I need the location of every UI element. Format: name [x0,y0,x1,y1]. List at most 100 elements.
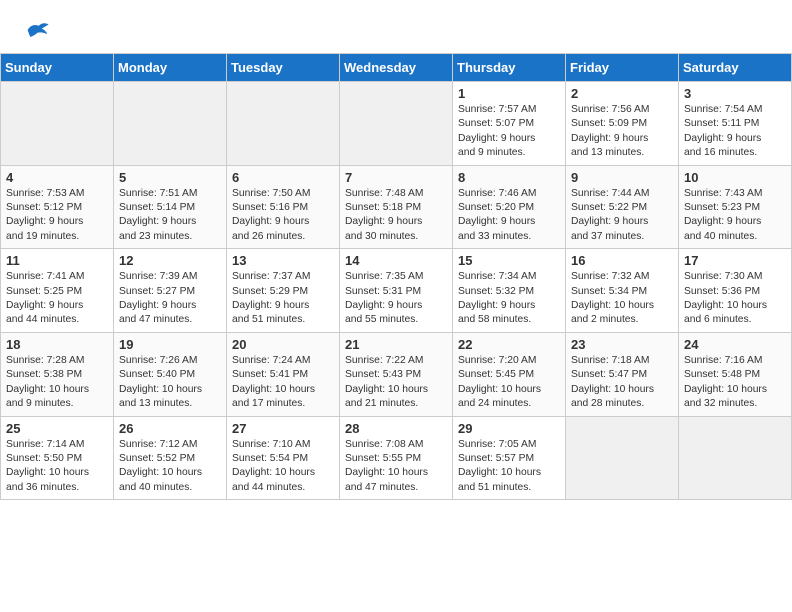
calendar-cell: 11 Sunrise: 7:41 AM Sunset: 5:25 PM Dayli… [1,249,114,333]
calendar-cell [227,82,340,166]
day-number: 5 [119,170,221,185]
day-number: 23 [571,337,673,352]
day-info: Sunrise: 7:53 AM Sunset: 5:12 PM Dayligh… [6,187,108,245]
calendar-cell: 29 Sunrise: 7:05 AM Sunset: 5:57 PM Dayli… [453,416,566,500]
calendar-table: SundayMondayTuesdayWednesdayThursdayFrid… [0,53,792,500]
day-info: Sunrise: 7:37 AM Sunset: 5:29 PM Dayligh… [232,270,334,328]
day-number: 8 [458,170,560,185]
calendar-cell: 18 Sunrise: 7:28 AM Sunset: 5:38 PM Dayli… [1,332,114,416]
day-info: Sunrise: 7:20 AM Sunset: 5:45 PM Dayligh… [458,354,560,412]
calendar-cell: 6 Sunrise: 7:50 AM Sunset: 5:16 PM Daylig… [227,165,340,249]
day-info: Sunrise: 7:41 AM Sunset: 5:25 PM Dayligh… [6,270,108,328]
day-number: 14 [345,253,447,268]
col-header-monday: Monday [114,54,227,82]
day-info: Sunrise: 7:54 AM Sunset: 5:11 PM Dayligh… [684,103,786,161]
calendar-cell: 9 Sunrise: 7:44 AM Sunset: 5:22 PM Daylig… [566,165,679,249]
calendar-cell: 8 Sunrise: 7:46 AM Sunset: 5:20 PM Daylig… [453,165,566,249]
calendar-cell: 17 Sunrise: 7:30 AM Sunset: 5:36 PM Dayli… [679,249,792,333]
col-header-thursday: Thursday [453,54,566,82]
day-info: Sunrise: 7:16 AM Sunset: 5:48 PM Dayligh… [684,354,786,412]
logo-bird-icon [22,16,50,44]
col-header-saturday: Saturday [679,54,792,82]
day-number: 19 [119,337,221,352]
day-number: 22 [458,337,560,352]
col-header-wednesday: Wednesday [340,54,453,82]
day-number: 9 [571,170,673,185]
day-info: Sunrise: 7:08 AM Sunset: 5:55 PM Dayligh… [345,438,447,496]
calendar-cell: 24Sunrise: 7:16 AM Sunset: 5:48 PM Dayli… [679,332,792,416]
calendar-cell [340,82,453,166]
col-header-sunday: Sunday [1,54,114,82]
calendar-cell [1,82,114,166]
day-info: Sunrise: 7:28 AM Sunset: 5:38 PM Dayligh… [6,354,108,412]
day-number: 1 [458,86,560,101]
page-header [0,0,792,53]
calendar-cell: 7Sunrise: 7:48 AM Sunset: 5:18 PM Daylig… [340,165,453,249]
day-info: Sunrise: 7:43 AM Sunset: 5:23 PM Dayligh… [684,187,786,245]
calendar-cell: 15Sunrise: 7:34 AM Sunset: 5:32 PM Dayli… [453,249,566,333]
day-number: 27 [232,421,334,436]
day-info: Sunrise: 7:44 AM Sunset: 5:22 PM Dayligh… [571,187,673,245]
calendar-week-row: 25 Sunrise: 7:14 AM Sunset: 5:50 PM Dayli… [1,416,792,500]
day-info: Sunrise: 7:24 AM Sunset: 5:41 PM Dayligh… [232,354,334,412]
calendar-cell: 14 Sunrise: 7:35 AM Sunset: 5:31 PM Dayli… [340,249,453,333]
day-number: 28 [345,421,447,436]
day-info: Sunrise: 7:22 AM Sunset: 5:43 PM Dayligh… [345,354,447,412]
day-number: 7 [345,170,447,185]
calendar-week-row: 4 Sunrise: 7:53 AM Sunset: 5:12 PM Daylig… [1,165,792,249]
day-number: 25 [6,421,108,436]
day-number: 2 [571,86,673,101]
calendar-cell: 10 Sunrise: 7:43 AM Sunset: 5:23 PM Dayli… [679,165,792,249]
calendar-cell: 20 Sunrise: 7:24 AM Sunset: 5:41 PM Dayli… [227,332,340,416]
calendar-week-row: 11 Sunrise: 7:41 AM Sunset: 5:25 PM Dayli… [1,249,792,333]
day-info: Sunrise: 7:26 AM Sunset: 5:40 PM Dayligh… [119,354,221,412]
day-number: 21 [345,337,447,352]
calendar-cell: 1 Sunrise: 7:57 AM Sunset: 5:07 PM Daylig… [453,82,566,166]
calendar-cell: 19 Sunrise: 7:26 AM Sunset: 5:40 PM Dayli… [114,332,227,416]
day-number: 3 [684,86,786,101]
calendar-cell: 22 Sunrise: 7:20 AM Sunset: 5:45 PM Dayli… [453,332,566,416]
calendar-cell: 13 Sunrise: 7:37 AM Sunset: 5:29 PM Dayli… [227,249,340,333]
day-number: 18 [6,337,108,352]
day-info: Sunrise: 7:50 AM Sunset: 5:16 PM Dayligh… [232,187,334,245]
col-header-tuesday: Tuesday [227,54,340,82]
calendar-cell [114,82,227,166]
day-info: Sunrise: 7:30 AM Sunset: 5:36 PM Dayligh… [684,270,786,328]
calendar-header-row: SundayMondayTuesdayWednesdayThursdayFrid… [1,54,792,82]
day-info: Sunrise: 7:35 AM Sunset: 5:31 PM Dayligh… [345,270,447,328]
day-info: Sunrise: 7:10 AM Sunset: 5:54 PM Dayligh… [232,438,334,496]
day-number: 12 [119,253,221,268]
calendar-cell [679,416,792,500]
day-info: Sunrise: 7:14 AM Sunset: 5:50 PM Dayligh… [6,438,108,496]
calendar-cell: 2 Sunrise: 7:56 AM Sunset: 5:09 PM Daylig… [566,82,679,166]
day-number: 13 [232,253,334,268]
day-info: Sunrise: 7:56 AM Sunset: 5:09 PM Dayligh… [571,103,673,161]
day-number: 11 [6,253,108,268]
calendar-week-row: 1 Sunrise: 7:57 AM Sunset: 5:07 PM Daylig… [1,82,792,166]
calendar-cell: 16 Sunrise: 7:32 AM Sunset: 5:34 PM Dayli… [566,249,679,333]
calendar-cell: 3 Sunrise: 7:54 AM Sunset: 5:11 PM Daylig… [679,82,792,166]
logo [20,16,50,49]
day-info: Sunrise: 7:46 AM Sunset: 5:20 PM Dayligh… [458,187,560,245]
day-info: Sunrise: 7:32 AM Sunset: 5:34 PM Dayligh… [571,270,673,328]
day-number: 20 [232,337,334,352]
calendar-cell [566,416,679,500]
calendar-cell: 27 Sunrise: 7:10 AM Sunset: 5:54 PM Dayli… [227,416,340,500]
calendar-cell: 12Sunrise: 7:39 AM Sunset: 5:27 PM Dayli… [114,249,227,333]
calendar-cell: 28 Sunrise: 7:08 AM Sunset: 5:55 PM Dayli… [340,416,453,500]
day-info: Sunrise: 7:57 AM Sunset: 5:07 PM Dayligh… [458,103,560,161]
day-number: 10 [684,170,786,185]
calendar-cell: 23Sunrise: 7:18 AM Sunset: 5:47 PM Dayli… [566,332,679,416]
day-number: 26 [119,421,221,436]
day-number: 29 [458,421,560,436]
calendar-week-row: 18 Sunrise: 7:28 AM Sunset: 5:38 PM Dayli… [1,332,792,416]
day-number: 16 [571,253,673,268]
calendar-cell: 4 Sunrise: 7:53 AM Sunset: 5:12 PM Daylig… [1,165,114,249]
calendar-cell: 25 Sunrise: 7:14 AM Sunset: 5:50 PM Dayli… [1,416,114,500]
day-number: 4 [6,170,108,185]
col-header-friday: Friday [566,54,679,82]
day-info: Sunrise: 7:34 AM Sunset: 5:32 PM Dayligh… [458,270,560,328]
day-info: Sunrise: 7:05 AM Sunset: 5:57 PM Dayligh… [458,438,560,496]
day-number: 6 [232,170,334,185]
day-number: 17 [684,253,786,268]
